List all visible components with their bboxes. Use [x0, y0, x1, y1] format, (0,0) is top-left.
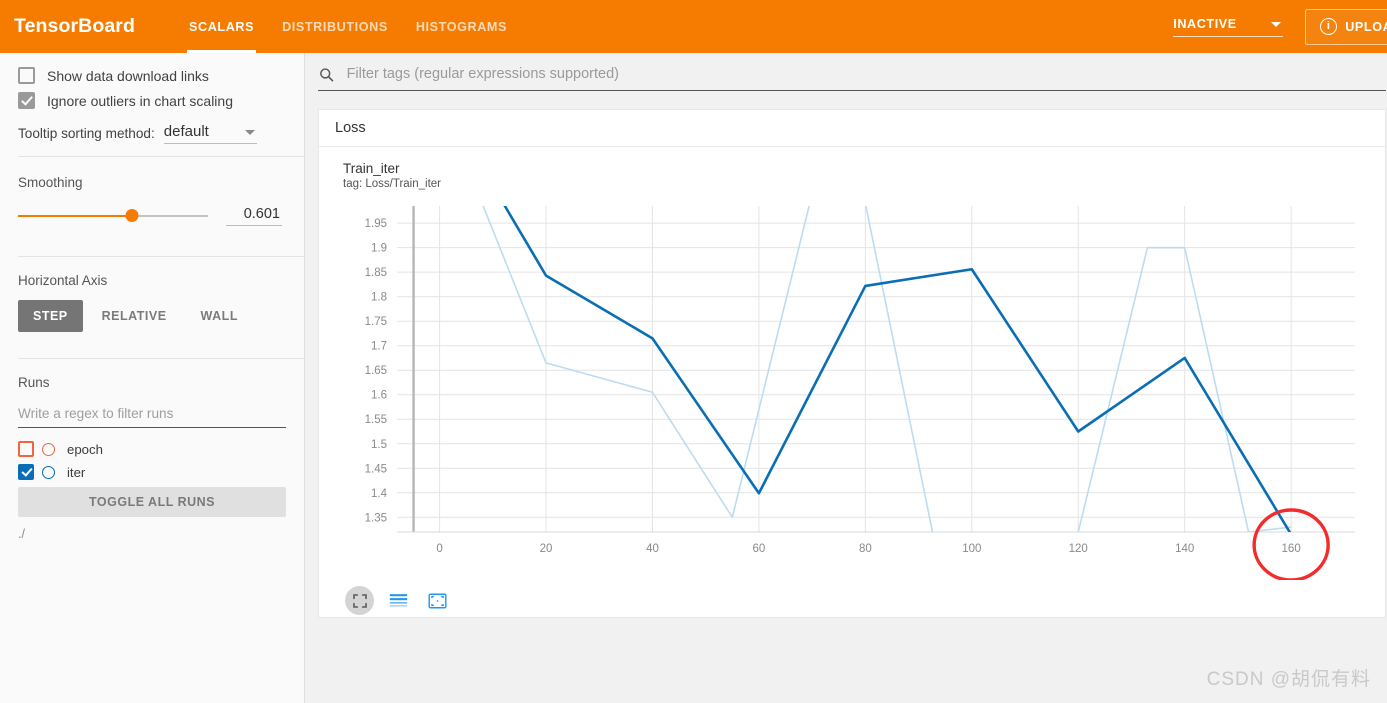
- ignore-outliers-label: Ignore outliers in chart scaling: [47, 92, 233, 109]
- tag-filter-bar: [318, 65, 1386, 91]
- axis-option-step[interactable]: STEP: [18, 300, 83, 332]
- show-download-links-label: Show data download links: [47, 67, 209, 84]
- svg-text:1.45: 1.45: [365, 463, 387, 475]
- tooltip-sorting-select[interactable]: default: [163, 123, 257, 144]
- run-checkbox-iter[interactable]: [18, 464, 34, 480]
- tab-scalars[interactable]: SCALARS: [175, 0, 268, 53]
- data-table-glyph: [389, 594, 408, 607]
- svg-text:1.65: 1.65: [365, 365, 387, 377]
- chart-toolbar: [345, 586, 1385, 615]
- nav-tabs: SCALARS DISTRIBUTIONS HISTOGRAMS: [175, 0, 521, 53]
- svg-text:40: 40: [646, 543, 659, 555]
- smoothing-slider-fill: [18, 215, 133, 217]
- search-icon: [320, 67, 334, 82]
- chart-container: Train_iter tag: Loss/Train_iter 1.35 1.4 1…: [319, 147, 1385, 617]
- svg-text:60: 60: [753, 543, 766, 555]
- svg-text:0: 0: [436, 543, 442, 555]
- svg-text:1.7: 1.7: [371, 341, 387, 353]
- run-item-iter[interactable]: iter: [18, 464, 286, 480]
- chevron-down-icon: [1271, 22, 1282, 27]
- header-actions: INACTIVE i UPLOAD: [1173, 0, 1387, 53]
- upload-button[interactable]: i UPLOAD: [1305, 8, 1387, 45]
- svg-text:120: 120: [1069, 543, 1088, 555]
- svg-text:1.4: 1.4: [371, 488, 388, 500]
- horizontal-axis-section: Horizontal Axis STEP RELATIVE WALL: [18, 257, 286, 344]
- run-color-circle-epoch: [42, 442, 55, 456]
- reload-status-label: INACTIVE: [1173, 17, 1237, 31]
- app-brand: TensorBoard: [14, 15, 136, 37]
- fit-domain-icon[interactable]: [423, 586, 452, 615]
- expand-icon[interactable]: [345, 586, 374, 615]
- svg-text:20: 20: [540, 543, 553, 555]
- run-label-epoch: epoch: [67, 441, 103, 457]
- line-chart-svg[interactable]: 1.35 1.4 1.45 1.5 1.55 1.6 1.65 1.7 1.75 1.8 1.85 1…: [319, 200, 1385, 582]
- card-title: Loss: [319, 110, 1385, 147]
- smoothing-slider-thumb[interactable]: [125, 209, 139, 222]
- chart-subtitle: tag: Loss/Train_iter: [343, 178, 442, 190]
- tooltip-sorting-value: default: [163, 123, 209, 140]
- svg-text:1.6: 1.6: [371, 390, 387, 402]
- settings-sidebar: Show data download links Ignore outliers…: [0, 53, 305, 703]
- checkbox-checked-icon[interactable]: [18, 92, 35, 109]
- smoothing-value-input[interactable]: 0.601: [226, 206, 282, 226]
- checkbox-unchecked-icon[interactable]: [18, 67, 35, 84]
- data-table-icon[interactable]: [384, 586, 413, 615]
- svg-text:160: 160: [1282, 543, 1301, 555]
- show-download-links-row[interactable]: Show data download links: [18, 67, 286, 84]
- main-content: Loss Train_iter tag: Loss/Train_iter 1.3…: [306, 53, 1387, 703]
- run-label-iter: iter: [67, 464, 86, 480]
- run-color-circle-iter: [42, 465, 55, 479]
- upload-button-label: UPLOAD: [1345, 19, 1387, 34]
- svg-text:1.55: 1.55: [365, 414, 387, 426]
- tooltip-sorting-label: Tooltip sorting method:: [18, 126, 155, 141]
- axis-option-wall[interactable]: WALL: [186, 300, 253, 332]
- svg-text:1.8: 1.8: [371, 292, 387, 304]
- toggle-all-runs-button[interactable]: TOGGLE ALL RUNS: [18, 487, 286, 517]
- display-options-section: Show data download links Ignore outliers…: [18, 53, 286, 156]
- tab-distributions[interactable]: DISTRIBUTIONS: [268, 0, 402, 53]
- horizontal-axis-options: STEP RELATIVE WALL: [18, 300, 286, 332]
- chart-title: Train_iter: [343, 161, 400, 176]
- tab-histograms[interactable]: HISTOGRAMS: [402, 0, 521, 53]
- svg-text:80: 80: [859, 543, 872, 555]
- tooltip-sorting-row: Tooltip sorting method: default: [18, 123, 286, 144]
- horizontal-axis-label: Horizontal Axis: [18, 273, 108, 288]
- reload-status-select[interactable]: INACTIVE: [1173, 16, 1284, 37]
- chevron-down-icon: [244, 130, 255, 135]
- svg-text:1.95: 1.95: [365, 218, 387, 230]
- smoothing-label: Smoothing: [18, 175, 83, 190]
- svg-text:1.9: 1.9: [371, 243, 387, 255]
- runs-path-label: ./: [18, 527, 25, 541]
- svg-text:1.75: 1.75: [365, 316, 387, 328]
- run-checkbox-epoch[interactable]: [18, 441, 34, 457]
- axis-option-relative[interactable]: RELATIVE: [87, 300, 182, 332]
- tag-filter-input[interactable]: [344, 65, 1386, 83]
- app-header: TensorBoard SCALARS DISTRIBUTIONS HISTOG…: [0, 0, 1387, 53]
- svg-text:100: 100: [962, 543, 981, 555]
- svg-text:140: 140: [1175, 543, 1194, 555]
- svg-text:1.35: 1.35: [365, 512, 387, 524]
- run-item-epoch[interactable]: epoch: [18, 441, 286, 457]
- info-circle-icon: i: [1320, 18, 1338, 35]
- runs-filter-input[interactable]: [18, 402, 286, 428]
- tab-distributions-label: DISTRIBUTIONS: [282, 19, 388, 34]
- scalars-card: Loss Train_iter tag: Loss/Train_iter 1.3…: [318, 109, 1386, 618]
- tab-scalars-label: SCALARS: [189, 19, 255, 34]
- runs-section: Runs epoch iter TOGGLE ALL RUNS ./: [18, 359, 286, 553]
- runs-label: Runs: [18, 375, 50, 390]
- smoothing-row: 0.601: [18, 206, 286, 226]
- smoothing-section: Smoothing 0.601: [18, 157, 286, 238]
- watermark: CSDN @胡侃有料: [1206, 669, 1371, 690]
- svg-text:1.85: 1.85: [365, 267, 387, 279]
- ignore-outliers-row[interactable]: Ignore outliers in chart scaling: [18, 92, 286, 109]
- chart-plot-area[interactable]: 1.35 1.4 1.45 1.5 1.55 1.6 1.65 1.7 1.75 1.8 1.85 1…: [319, 200, 1385, 582]
- smoothing-slider[interactable]: [18, 209, 208, 222]
- tab-histograms-label: HISTOGRAMS: [415, 19, 507, 34]
- svg-text:1.5: 1.5: [371, 439, 387, 451]
